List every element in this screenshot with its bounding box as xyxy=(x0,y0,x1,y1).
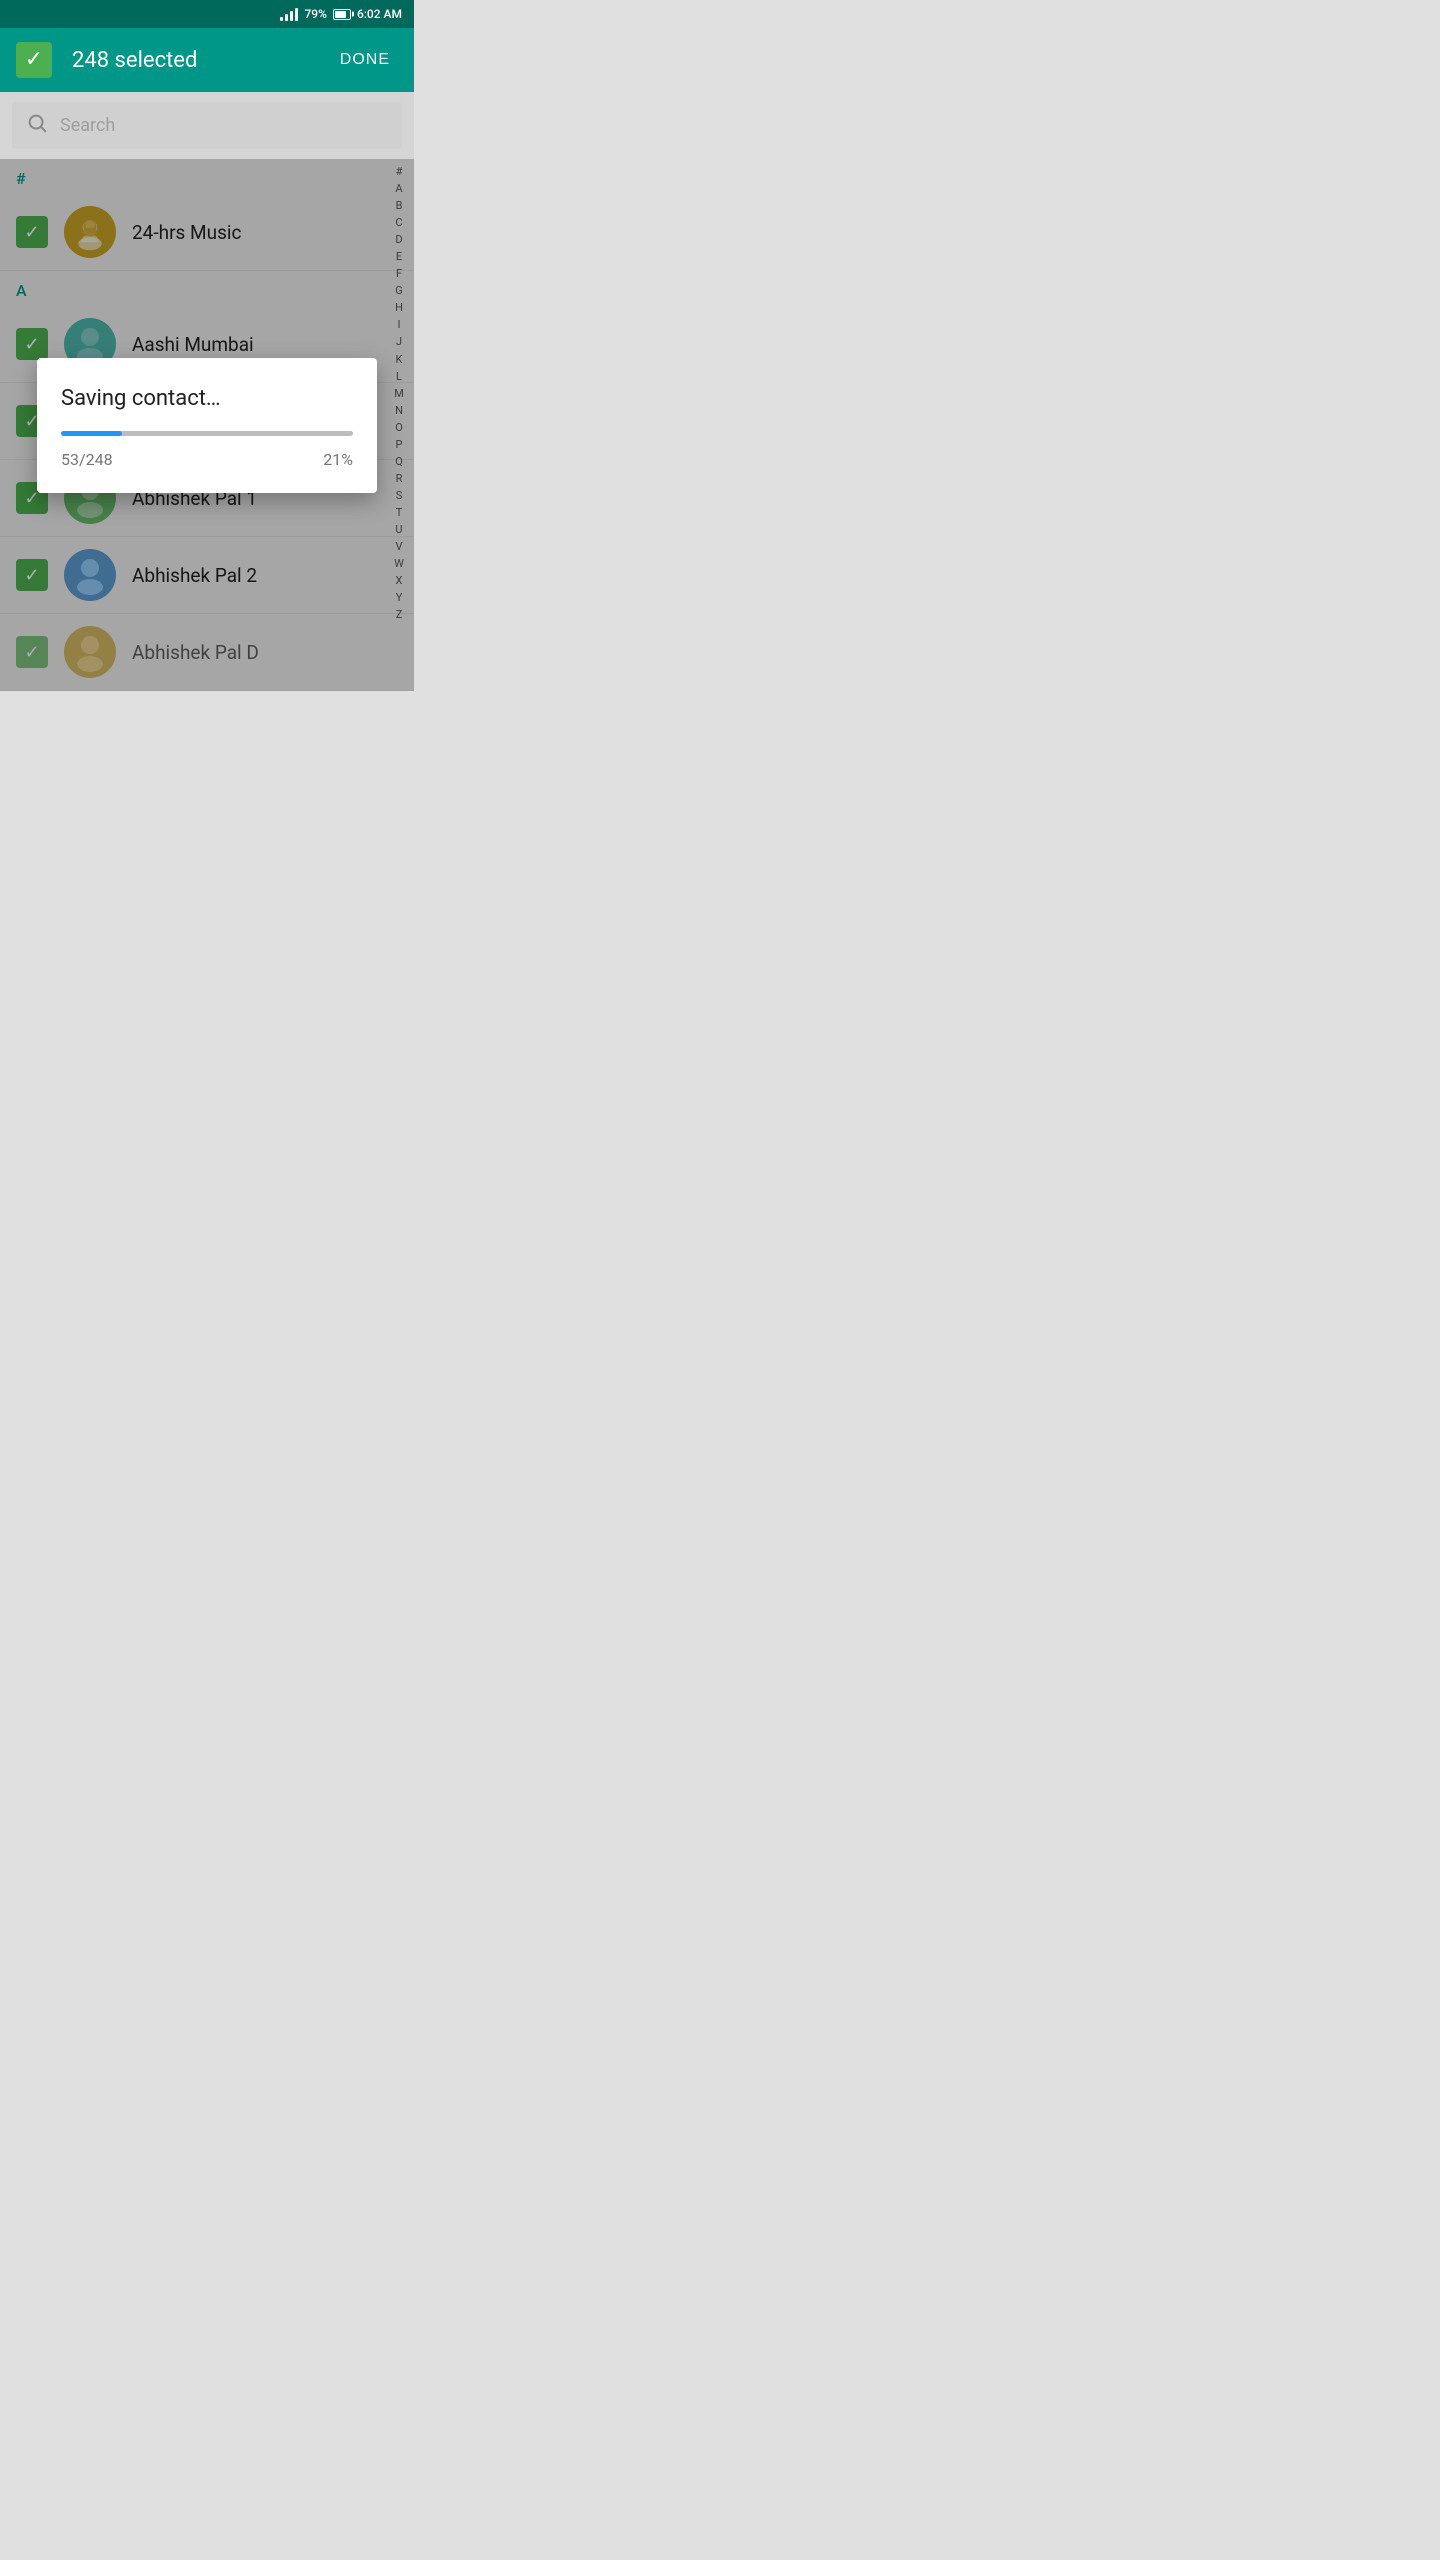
status-bar: 79% 6:02 AM xyxy=(0,0,414,28)
battery-icon xyxy=(333,9,351,20)
search-input-wrap[interactable]: Search xyxy=(12,102,402,149)
search-placeholder: Search xyxy=(60,115,115,136)
progress-bar-track xyxy=(61,431,353,436)
selected-count-label: 248 selected xyxy=(72,48,332,73)
saving-dialog: Saving contact… 53/248 21% xyxy=(37,358,377,493)
checkmark-icon: ✓ xyxy=(25,49,43,71)
signal-icon xyxy=(280,7,298,21)
select-all-checkbox[interactable]: ✓ xyxy=(16,42,52,78)
progress-bar-fill xyxy=(61,431,122,436)
progress-labels: 53/248 21% xyxy=(61,450,353,469)
search-bar-container: Search xyxy=(0,92,414,159)
contacts-list: # A B C D E F G H I J K L M N O P Q R S … xyxy=(0,159,414,691)
battery-percent: 79% xyxy=(304,7,326,21)
time-display: 6:02 AM xyxy=(357,7,402,21)
dialog-title: Saving contact… xyxy=(61,386,353,411)
search-icon xyxy=(26,112,48,139)
dialog-overlay: Saving contact… 53/248 21% xyxy=(0,159,414,691)
done-button[interactable]: DONE xyxy=(332,43,398,77)
progress-current: 53/248 xyxy=(61,450,113,469)
app-bar: ✓ 248 selected DONE xyxy=(0,28,414,92)
progress-percent: 21% xyxy=(323,450,353,469)
